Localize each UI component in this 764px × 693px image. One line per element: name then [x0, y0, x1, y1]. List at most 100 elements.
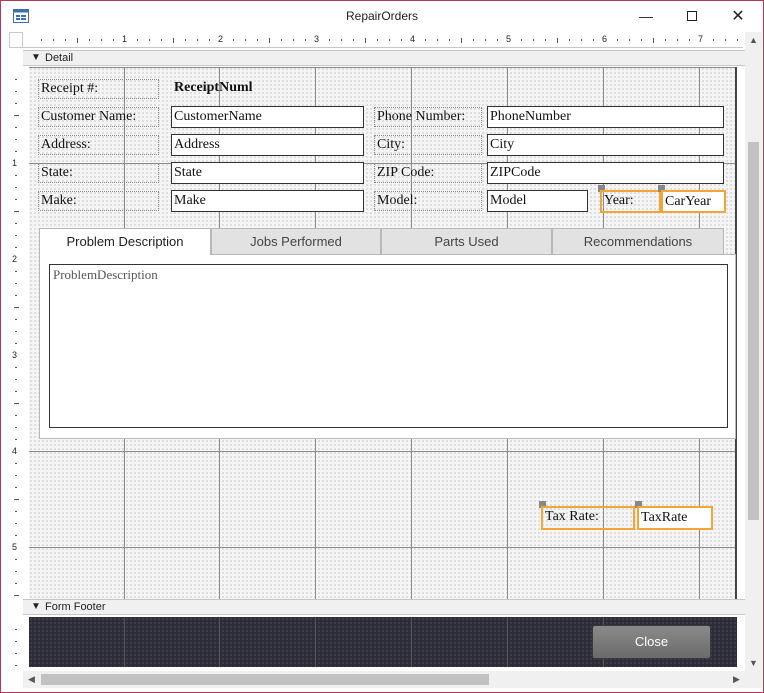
scroll-right-icon[interactable]: ▶ [728, 671, 745, 688]
grid-line [29, 451, 737, 452]
model-label[interactable]: Model: [374, 191, 482, 211]
ruler-tick [15, 415, 17, 416]
zip-code-label[interactable]: ZIP Code: [374, 163, 482, 183]
address-field[interactable]: Address [171, 134, 364, 156]
maximize-button[interactable] [669, 1, 715, 31]
ruler-number: 3 [314, 34, 320, 44]
tax-rate-label[interactable]: Tax Rate: [541, 506, 635, 530]
ruler-corner[interactable] [9, 32, 23, 48]
ruler-tick [15, 583, 17, 584]
ruler-tick [629, 39, 630, 41]
customer-name-field[interactable]: CustomerName [171, 106, 364, 128]
ruler-tick [569, 39, 570, 41]
ruler-number: 2 [12, 254, 18, 264]
city-label[interactable]: City: [374, 135, 482, 155]
scroll-left-icon[interactable]: ◀ [23, 671, 40, 688]
tab-problem-description[interactable]: Problem Description [39, 228, 211, 255]
ruler-tick [725, 39, 726, 41]
address-label[interactable]: Address: [38, 135, 159, 155]
app-window: RepairOrders — ✕ 1234567 12345 ▼ Detail … [0, 0, 764, 693]
ruler-tick [15, 319, 17, 320]
tab-label: Jobs Performed [250, 234, 342, 249]
ruler-tick [13, 595, 19, 596]
title-bar: RepairOrders — ✕ [1, 1, 763, 31]
ruler-tick [15, 91, 17, 92]
grid-line [219, 617, 220, 667]
ruler-tick [15, 391, 17, 392]
vertical-scrollbar[interactable]: ▲ ▼ [745, 32, 762, 672]
model-field[interactable]: Model [487, 190, 588, 212]
minimize-button[interactable]: — [623, 1, 669, 31]
tab-jobs-performed[interactable]: Jobs Performed [211, 228, 381, 255]
scroll-up-icon[interactable]: ▲ [745, 32, 762, 49]
ruler-tick [13, 115, 19, 116]
state-field[interactable]: State [171, 162, 364, 184]
vertical-ruler: 1 2 3 4 5 [9, 48, 23, 668]
tax-rate-field[interactable]: TaxRate [637, 506, 713, 530]
state-label[interactable]: State: [38, 163, 159, 183]
ruler-tick [15, 343, 17, 344]
ruler-tick [15, 641, 17, 642]
ruler-tick [15, 629, 17, 630]
grid-line [315, 617, 316, 667]
make-label[interactable]: Make: [38, 191, 159, 211]
ruler-tick [401, 39, 402, 41]
close-window-button[interactable]: ✕ [715, 1, 761, 31]
ruler-tick [15, 511, 17, 512]
ruler-tick [485, 39, 486, 41]
ruler-tick [257, 39, 258, 41]
ruler-number: 4 [12, 446, 18, 456]
ruler-tick [15, 463, 17, 464]
close-button[interactable]: Close [592, 625, 711, 659]
form-footer-section-bar[interactable]: ▼ Form Footer [23, 599, 745, 615]
ruler-tick [15, 475, 17, 476]
ruler-tick [15, 427, 17, 428]
receipt-number-field[interactable]: ReceiptNuml [172, 79, 292, 99]
receipt-label[interactable]: Receipt #: [38, 79, 159, 99]
ruler-tick [15, 523, 17, 524]
ruler-tick [149, 39, 150, 41]
tab-label: Parts Used [434, 234, 499, 249]
horizontal-ruler: 1 2 3 4 5 6 7 [23, 32, 743, 48]
ruler-tick [173, 37, 174, 43]
city-field[interactable]: City [487, 134, 724, 156]
ruler-tick [15, 535, 17, 536]
detail-section-bar[interactable]: ▼ Detail [23, 50, 745, 66]
ruler-number: 6 [602, 34, 608, 44]
ruler-number: 4 [410, 34, 416, 44]
ruler-tick [437, 39, 438, 41]
ruler-tick [65, 39, 66, 41]
ruler-tick [245, 39, 246, 41]
tab-recommendations[interactable]: Recommendations [552, 228, 724, 255]
ruler-tick [15, 271, 17, 272]
phone-number-label[interactable]: Phone Number: [374, 107, 482, 127]
ruler-tick [389, 39, 390, 41]
grid-line [124, 617, 125, 667]
ruler-tick [497, 39, 498, 41]
ruler-tick [15, 653, 17, 654]
vertical-scroll-thumb[interactable] [748, 142, 759, 520]
ruler-tick [557, 37, 558, 43]
problem-description-field[interactable]: ProblemDescription [49, 264, 728, 428]
zip-code-field[interactable]: ZIPCode [487, 162, 724, 184]
make-field[interactable]: Make [171, 190, 364, 212]
car-year-field[interactable]: CarYear [661, 190, 726, 213]
ruler-tick [593, 39, 594, 41]
horizontal-scrollbar[interactable]: ◀ ▶ [23, 671, 745, 688]
ruler-tick [677, 39, 678, 41]
section-arrow-icon: ▼ [31, 52, 41, 63]
ruler-tick [15, 439, 17, 440]
ruler-tick [293, 39, 294, 41]
ruler-tick [15, 559, 17, 560]
ruler-number: 1 [122, 34, 128, 44]
ruler-tick [377, 39, 378, 41]
year-label[interactable]: Year: [600, 190, 661, 213]
tab-parts-used[interactable]: Parts Used [381, 228, 552, 255]
horizontal-scroll-thumb[interactable] [41, 674, 489, 685]
phone-number-field[interactable]: PhoneNumber [487, 106, 724, 128]
scroll-down-icon[interactable]: ▼ [745, 655, 762, 672]
ruler-tick [653, 37, 654, 43]
customer-name-label[interactable]: Customer Name: [38, 107, 159, 127]
ruler-tick [209, 39, 210, 41]
ruler-tick [101, 39, 102, 41]
